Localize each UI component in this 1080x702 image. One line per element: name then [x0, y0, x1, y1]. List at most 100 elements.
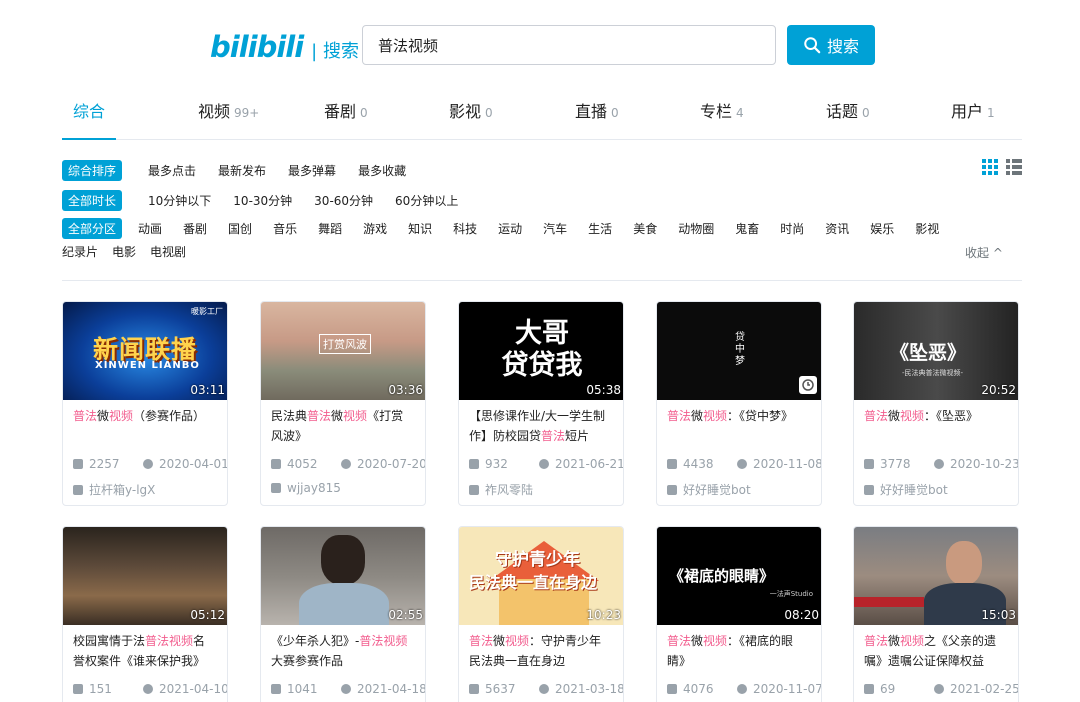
filter-order-newest[interactable]: 最新发布	[218, 162, 266, 179]
filter-order-default[interactable]: 综合排序	[62, 160, 123, 181]
play-icon	[271, 459, 281, 469]
filter-zone-item[interactable]: 游戏	[363, 220, 387, 237]
video-thumbnail[interactable]: 《裙底的眼睛》 一法声Studio 08:20	[657, 527, 821, 625]
video-title[interactable]: 普法微视频：《坠恶》	[854, 400, 1018, 448]
video-thumbnail[interactable]: 15:03	[854, 527, 1018, 625]
tab-live[interactable]: 直播 0	[575, 98, 619, 140]
video-card[interactable]: 05:12 校园寓情于法普法视频名誉权案件《谁来保护我》 151 2021-04…	[62, 526, 228, 702]
filter-zone-item[interactable]: 娱乐	[870, 220, 894, 237]
clock-icon	[934, 459, 944, 469]
filter-zone-item[interactable]: 鬼畜	[735, 220, 759, 237]
tab-bangumi[interactable]: 番剧 0	[324, 98, 368, 140]
filter-zone-item[interactable]: 生活	[588, 220, 612, 237]
video-title[interactable]: 《少年杀人犯》-普法视频大赛参赛作品	[261, 625, 425, 673]
filter-zone-item[interactable]: 音乐	[273, 220, 297, 237]
video-card[interactable]: 《裙底的眼睛》 一法声Studio 08:20 普法微视频：《裙底的眼睛》 40…	[656, 526, 822, 702]
video-title[interactable]: 普法微视频之《父亲的遗嘱》遗嘱公证保障权益	[854, 625, 1018, 673]
video-title[interactable]: 民法典普法微视频《打赏风波》	[261, 400, 425, 448]
filter-zone-item[interactable]: 科技	[453, 220, 477, 237]
filter-zone-item[interactable]: 资讯	[825, 220, 849, 237]
tab-article[interactable]: 专栏 4	[700, 98, 744, 140]
grid-view-icon[interactable]	[982, 159, 998, 175]
tab-label: 视频	[198, 102, 231, 121]
person-figure	[946, 541, 982, 585]
tab-video[interactable]: 视频 99+	[198, 98, 259, 140]
list-view-icon[interactable]	[1006, 159, 1022, 175]
bilibili-logo[interactable]: bilibili | 搜索	[210, 30, 359, 64]
filter-duration-30-60[interactable]: 30-60分钟	[314, 192, 373, 209]
video-card[interactable]: 贷中梦 普法微视频：《贷中梦》 4438 2020-11-08 好好睡觉bot	[656, 301, 822, 506]
play-count: 69	[864, 682, 895, 696]
uploader-name[interactable]: wjjay815	[271, 481, 341, 495]
video-title[interactable]: 普法微视频（参赛作品）	[63, 400, 227, 448]
clock-icon	[737, 684, 747, 694]
filter-zone-item[interactable]: 动物圈	[678, 220, 714, 237]
video-thumbnail[interactable]: 守护青少年 民法典一直在身边 10:23	[459, 527, 623, 625]
uploader-name[interactable]: 好好睡觉bot	[667, 481, 751, 498]
thumbnail-text: 《坠恶》	[890, 342, 967, 364]
banner	[854, 597, 924, 607]
video-thumbnail[interactable]: 打赏风波 03:36	[261, 302, 425, 400]
filter-zone-item[interactable]: 舞蹈	[318, 220, 342, 237]
user-icon	[864, 484, 874, 495]
filter-duration-all[interactable]: 全部时长	[62, 190, 123, 211]
filter-order-clicks[interactable]: 最多点击	[148, 162, 196, 179]
video-card[interactable]: 15:03 普法微视频之《父亲的遗嘱》遗嘱公证保障权益 69 2021-02-2…	[853, 526, 1019, 702]
tab-topic[interactable]: 话题 0	[826, 98, 870, 140]
video-title[interactable]: 普法微视频：守护青少年 民法典一直在身边	[459, 625, 623, 673]
filter-zone-all[interactable]: 全部分区	[62, 218, 123, 239]
filter-zone-item[interactable]: 电视剧	[150, 243, 186, 260]
filter-zone-item[interactable]: 美食	[633, 220, 657, 237]
video-thumbnail[interactable]: 05:12	[63, 527, 227, 625]
filter-zone-item[interactable]: 知识	[408, 220, 432, 237]
filter-zone-item[interactable]: 番剧	[183, 220, 207, 237]
filter-zone-item[interactable]: 国创	[228, 220, 252, 237]
user-icon	[271, 483, 281, 493]
filter-duration-over60[interactable]: 60分钟以上	[395, 192, 458, 209]
video-title[interactable]: 校园寓情于法普法视频名誉权案件《谁来保护我》	[63, 625, 227, 673]
uploader-name[interactable]: 拉杆箱y-lgX	[73, 481, 155, 498]
filter-zone-item[interactable]: 汽车	[543, 220, 567, 237]
play-icon	[271, 684, 281, 694]
play-icon	[667, 684, 677, 694]
filter-zone-item[interactable]: 纪录片	[62, 243, 98, 260]
video-card[interactable]: 大哥 贷贷我 05:38 【思修课作业/大一学生制作】防校园贷普法短片《大 93…	[458, 301, 624, 506]
filter-zone-item[interactable]: 动画	[138, 220, 162, 237]
tab-film[interactable]: 影视 0	[449, 98, 493, 140]
filter-order-favorites[interactable]: 最多收藏	[358, 162, 406, 179]
video-thumbnail[interactable]: 大哥 贷贷我 05:38	[459, 302, 623, 400]
filter-order-danmaku[interactable]: 最多弹幕	[288, 162, 336, 179]
play-icon	[667, 459, 677, 469]
clock-icon	[737, 459, 747, 469]
play-icon	[469, 459, 479, 469]
filter-zone-item[interactable]: 电影	[112, 243, 136, 260]
uploader-name[interactable]: 祚风零陆	[469, 481, 533, 498]
video-duration: 02:55	[388, 608, 423, 622]
watch-later-icon[interactable]	[799, 376, 817, 394]
filter-zone-item[interactable]: 时尚	[780, 220, 804, 237]
video-card[interactable]: 02:55 《少年杀人犯》-普法视频大赛参赛作品 1041 2021-04-18	[260, 526, 426, 702]
video-thumbnail[interactable]: 《坠恶》 -民法典普法微视频- 20:52	[854, 302, 1018, 400]
tab-user[interactable]: 用户 1	[951, 98, 995, 140]
filter-zone-item[interactable]: 运动	[498, 220, 522, 237]
video-card[interactable]: 打赏风波 03:36 民法典普法微视频《打赏风波》 4052 2020-07-2…	[260, 301, 426, 506]
video-thumbnail[interactable]: 贷中梦	[657, 302, 821, 400]
video-title[interactable]: 普法微视频：《贷中梦》	[657, 400, 821, 448]
filter-duration-10-30[interactable]: 10-30分钟	[233, 192, 292, 209]
upload-date: 2021-06-21	[539, 457, 623, 471]
video-thumbnail[interactable]: 新闻联播 XINWEN LIANBO 暖影工厂 03:11	[63, 302, 227, 400]
video-card[interactable]: 《坠恶》 -民法典普法微视频- 20:52 普法微视频：《坠恶》 3778 20…	[853, 301, 1019, 506]
tab-all[interactable]: 综合	[73, 98, 105, 140]
search-button[interactable]: 搜索	[787, 25, 875, 65]
video-title[interactable]: 普法微视频：《裙底的眼睛》	[657, 625, 821, 673]
search-input[interactable]	[363, 26, 775, 64]
video-card[interactable]: 新闻联播 XINWEN LIANBO 暖影工厂 03:11 普法微视频（参赛作品…	[62, 301, 228, 506]
filter-duration-under10[interactable]: 10分钟以下	[148, 192, 211, 209]
video-title[interactable]: 【思修课作业/大一学生制作】防校园贷普法短片《大	[459, 400, 623, 448]
filter-zone-item[interactable]: 影视	[915, 220, 939, 237]
video-card[interactable]: 守护青少年 民法典一直在身边 10:23 普法微视频：守护青少年 民法典一直在身…	[458, 526, 624, 702]
collapse-filters-button[interactable]: 收起 ^	[965, 244, 1003, 261]
uploader-name[interactable]: 好好睡觉bot	[864, 481, 948, 498]
video-thumbnail[interactable]: 02:55	[261, 527, 425, 625]
video-duration: 15:03	[981, 608, 1016, 622]
